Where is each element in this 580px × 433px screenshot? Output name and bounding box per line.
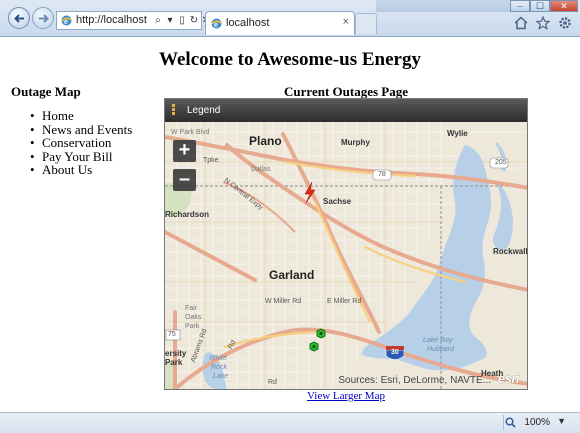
refresh-icon[interactable]: ↻ xyxy=(189,15,199,27)
nav-item-news-and-events[interactable]: News and Events xyxy=(28,122,132,137)
search-icon[interactable]: ⌕ xyxy=(153,15,163,27)
ie-page-icon: e xyxy=(61,15,72,26)
back-arrow-icon xyxy=(14,14,24,23)
forward-button[interactable] xyxy=(32,7,54,29)
label-murphy: Murphy xyxy=(341,138,370,147)
svg-text:e: e xyxy=(64,19,68,26)
label-rd-bottom: Rd xyxy=(268,379,277,386)
crew-marker-2[interactable] xyxy=(309,341,319,352)
tab-title: localhost xyxy=(226,17,270,29)
svg-text:e: e xyxy=(214,22,218,29)
label-ersity: ersity xyxy=(165,349,187,358)
address-text[interactable]: http://localhost xyxy=(76,14,147,26)
minimize-button[interactable]: – xyxy=(510,0,530,12)
new-tab-button[interactable] xyxy=(355,13,377,34)
shield-78-label: 78 xyxy=(378,171,386,178)
label-park-univ: Park xyxy=(165,358,183,367)
tab-localhost[interactable]: e localhost × xyxy=(205,11,355,35)
browser-chrome: e http://localhost ⌕ ▾ ▯ ↻ ✕ e localhost… xyxy=(0,0,580,37)
label-garland: Garland xyxy=(269,268,315,282)
nav-item-home[interactable]: Home xyxy=(28,109,132,123)
legend-bar[interactable]: Legend xyxy=(165,99,527,122)
legend-handle-icon xyxy=(172,104,176,116)
compat-view-icon[interactable]: ▯ xyxy=(177,15,187,27)
address-tools: ⌕ ▾ ▯ ↻ ✕ xyxy=(153,13,211,29)
zoom-out-button[interactable]: – xyxy=(173,169,196,191)
label-lake-ray: Lake Ray xyxy=(423,337,453,344)
label-fair: Fair xyxy=(185,305,198,312)
zoom-in-button[interactable]: + xyxy=(173,140,196,162)
label-rock: Rock xyxy=(211,364,227,371)
label-park: Park xyxy=(185,323,200,330)
legend-label[interactable]: Legend xyxy=(187,105,220,116)
label-tpke: Tpke xyxy=(203,157,219,164)
maximize-button[interactable]: ☐ xyxy=(530,0,550,12)
home-icon[interactable] xyxy=(514,16,528,30)
forward-arrow-icon xyxy=(39,14,49,23)
address-bar[interactable]: e http://localhost ⌕ ▾ ▯ ↻ ✕ xyxy=(56,11,210,30)
nav-list: Home News and Events Conservation Pay Yo… xyxy=(28,109,132,177)
nav-item-pay-your-bill[interactable]: Pay Your Bill xyxy=(28,149,132,164)
command-icons xyxy=(514,16,572,30)
zoom-magnifier-icon[interactable] xyxy=(505,417,516,428)
shield-30-label: 30 xyxy=(391,349,399,356)
map-basemap[interactable] xyxy=(165,122,528,390)
label-hubbard: Hubbard xyxy=(427,346,454,353)
label-e-miller-rd: E Miller Rd xyxy=(327,298,362,305)
favorites-star-icon[interactable] xyxy=(536,16,550,30)
label-richardson: Richardson xyxy=(165,210,210,219)
back-button[interactable] xyxy=(8,7,30,29)
window-controls: – ☐ ✕ xyxy=(510,0,578,12)
view-larger-map-link[interactable]: View Larger Map xyxy=(164,390,528,402)
nav-item-about-us[interactable]: About Us xyxy=(28,163,132,177)
zoom-level[interactable]: 100% xyxy=(524,417,550,428)
label-oaks: Oaks xyxy=(185,314,202,321)
label-dallas: Dallas xyxy=(251,166,271,173)
label-wylie: Wylie xyxy=(447,129,468,138)
label-w-park-blvd: W Park Blvd xyxy=(171,129,210,136)
label-white: White xyxy=(209,355,227,362)
page-title: Welcome to Awesome-us Energy xyxy=(159,49,421,70)
label-lake: Lake xyxy=(213,373,229,380)
label-sachse: Sachse xyxy=(323,197,352,206)
label-plano: Plano xyxy=(249,134,282,148)
label-rockwall: Rockwall xyxy=(493,247,528,256)
status-bar: 100% ▼ xyxy=(0,412,580,433)
label-w-miller-rd: W Miller Rd xyxy=(265,298,302,305)
map-attribution: Sources: Esri, DeLorme, NAVTE... xyxy=(338,375,491,386)
zoom-dropdown-icon[interactable]: ▼ xyxy=(557,416,566,426)
sidebar-title: Outage Map xyxy=(11,84,81,99)
shield-75-label: 75 xyxy=(168,331,176,338)
close-window-button[interactable]: ✕ xyxy=(550,0,578,12)
settings-gear-icon[interactable] xyxy=(558,16,572,30)
dropdown-icon[interactable]: ▾ xyxy=(165,15,175,27)
tab-close-icon[interactable]: × xyxy=(343,16,349,28)
shield-205-label: 205 xyxy=(495,159,507,166)
title-strip xyxy=(376,0,518,12)
nav-item-conservation[interactable]: Conservation xyxy=(28,136,132,150)
outage-map[interactable]: Legend 78 205 75 30 + – W Park Blvd Plan… xyxy=(164,98,528,390)
esri-logo: esri xyxy=(497,371,520,386)
status-separator xyxy=(503,415,504,430)
ie-tab-icon: e xyxy=(211,18,222,29)
crew-marker-1[interactable] xyxy=(316,328,326,339)
